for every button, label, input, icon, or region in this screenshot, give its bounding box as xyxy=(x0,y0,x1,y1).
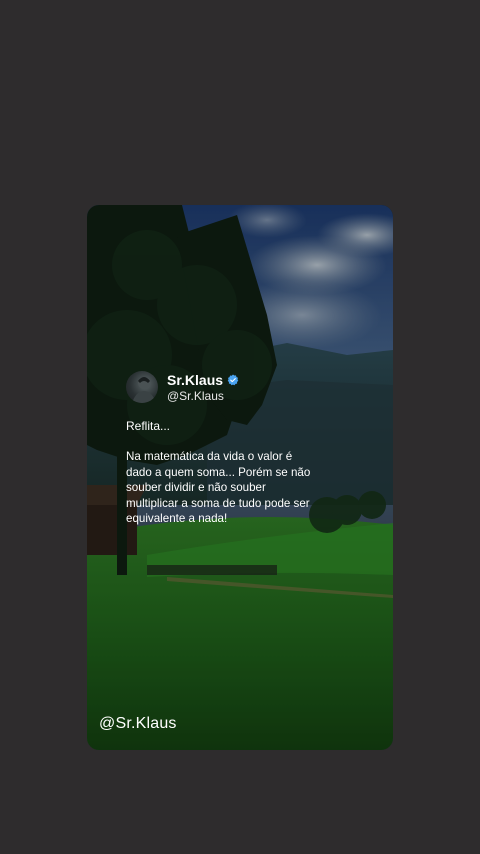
post-body-text: Na matemática da vida o valor é dado a q… xyxy=(126,450,311,525)
post-header: Sr.Klaus @Sr.Klaus xyxy=(126,370,316,404)
author-handle[interactable]: @Sr.Klaus xyxy=(167,389,239,403)
verified-badge-icon xyxy=(227,374,239,386)
avatar[interactable] xyxy=(126,371,158,403)
quoted-post: Sr.Klaus @Sr.Klaus Reflita... Na matemát… xyxy=(126,370,316,527)
display-name[interactable]: Sr.Klaus xyxy=(167,372,223,389)
watermark-handle[interactable]: @Sr.Klaus xyxy=(99,715,177,733)
story-screen: Sr.Klaus @Sr.Klaus Reflita... Na matemát… xyxy=(0,0,480,854)
display-name-row: Sr.Klaus xyxy=(167,372,239,389)
avatar-portrait-icon xyxy=(132,377,156,403)
post-intro-text: Reflita... xyxy=(126,419,171,433)
story-card[interactable]: Sr.Klaus @Sr.Klaus Reflita... Na matemát… xyxy=(87,205,393,750)
author-names: Sr.Klaus @Sr.Klaus xyxy=(167,372,239,403)
